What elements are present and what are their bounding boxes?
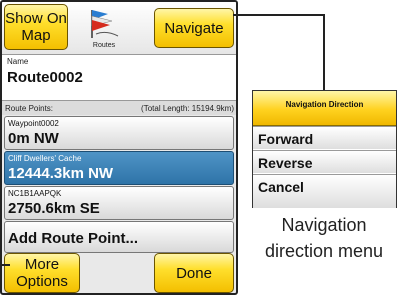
add-route-point-button[interactable]: Add Route Point...: [4, 221, 234, 253]
navigation-direction-menu: Navigation Direction Forward Reverse Can…: [252, 90, 397, 208]
routes-icon: Routes: [82, 6, 126, 52]
route-points-label: Route Points:: [5, 104, 54, 113]
menu-item-forward[interactable]: Forward: [253, 126, 396, 149]
flags-icon: [91, 10, 119, 38]
route-point-distance: 12444.3km NW: [8, 165, 114, 182]
route-points-header: Route Points: (Total Length: 15194.9km): [2, 100, 236, 115]
more-options-button[interactable]: More Options: [4, 253, 80, 293]
callout-line: [0, 264, 10, 266]
callout-line: [233, 14, 325, 16]
route-point-row[interactable]: Waypoint0002 0m NW: [4, 116, 234, 150]
menu-title: Navigation Direction: [253, 91, 396, 126]
figure-caption: Navigation direction menu: [264, 215, 384, 261]
show-on-map-button[interactable]: Show On Map: [4, 4, 68, 50]
route-point-name: NC1B1AAPQK: [8, 189, 62, 198]
device-screen: Show On Map Routes Navigate Name Route00…: [0, 0, 238, 295]
route-point-row-selected[interactable]: Cliff Dwellers' Cache 12444.3km NW: [4, 151, 234, 185]
route-point-name: Waypoint0002: [8, 119, 59, 128]
add-route-point-label: Add Route Point...: [8, 230, 138, 247]
callout-line: [323, 14, 325, 91]
total-length: (Total Length: 15194.9km): [141, 104, 234, 113]
route-point-distance: 0m NW: [8, 130, 59, 147]
route-point-name: Cliff Dwellers' Cache: [8, 154, 82, 163]
route-point-distance: 2750.6km SE: [8, 200, 100, 217]
menu-item-reverse[interactable]: Reverse: [253, 150, 396, 173]
route-name-panel: Name Route0002: [2, 54, 236, 100]
routes-label: Routes: [92, 42, 116, 49]
route-point-row[interactable]: NC1B1AAPQK 2750.6km SE: [4, 186, 234, 220]
navigate-button[interactable]: Navigate: [154, 8, 234, 48]
name-label: Name: [7, 57, 29, 66]
route-name-value[interactable]: Route0002: [7, 69, 83, 86]
done-button[interactable]: Done: [154, 253, 234, 293]
menu-item-cancel[interactable]: Cancel: [253, 174, 396, 208]
